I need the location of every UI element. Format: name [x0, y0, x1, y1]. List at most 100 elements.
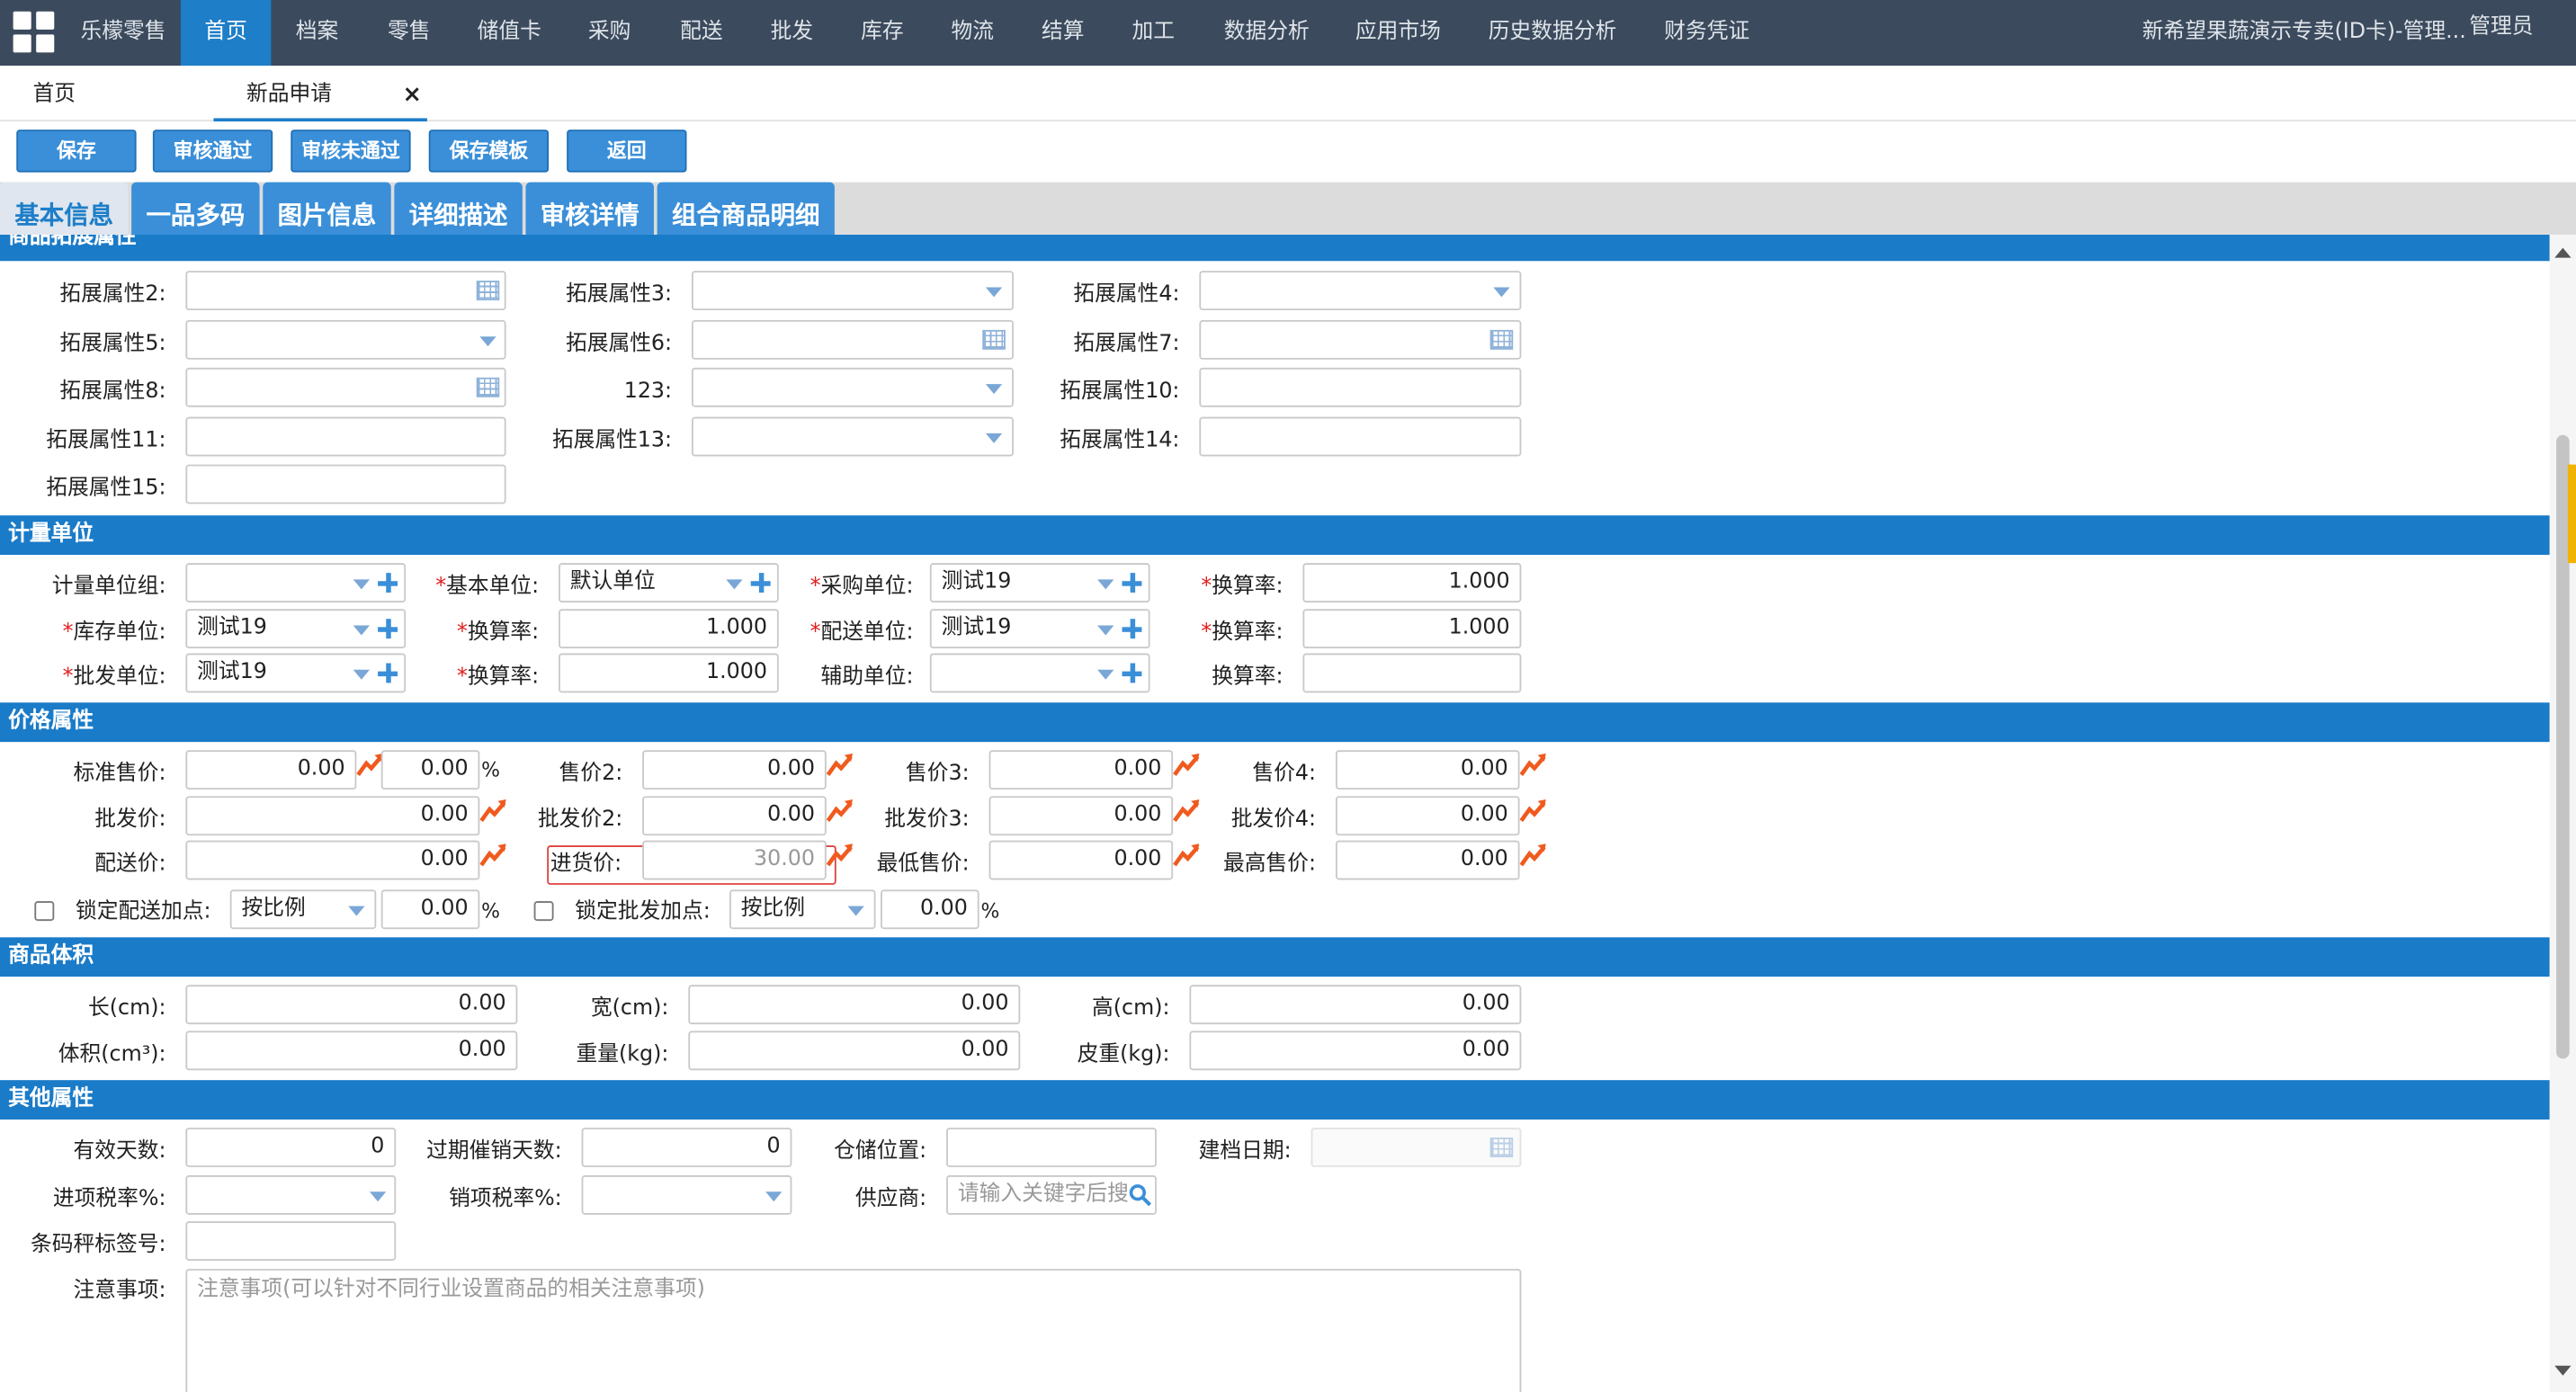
barcode-label-input[interactable] [185, 1221, 397, 1261]
trend-icon[interactable] [1519, 843, 1546, 867]
approve-button[interactable]: 审核通过 [152, 129, 273, 173]
stock-rate-input[interactable]: 1.000 [559, 609, 779, 649]
add-icon[interactable] [378, 573, 398, 593]
ext6-date-input[interactable] [691, 319, 1014, 360]
chevron-down-icon[interactable] [369, 1191, 387, 1202]
nav-purchase[interactable]: 采购 [572, 0, 648, 66]
user-name[interactable]: 管理员 [2469, 0, 2533, 61]
min-price-input[interactable]: 0.00 [988, 840, 1174, 880]
add-icon[interactable] [1122, 619, 1142, 639]
ext8-date-input[interactable] [185, 367, 506, 407]
reject-button[interactable]: 审核未通过 [291, 129, 411, 173]
trend-icon[interactable] [356, 753, 383, 777]
price2-input[interactable]: 0.00 [642, 750, 827, 790]
aux-unit-select[interactable] [929, 653, 1150, 693]
chevron-down-icon[interactable] [353, 579, 370, 590]
chevron-down-icon[interactable] [726, 579, 743, 590]
nav-app-market[interactable]: 应用市场 [1344, 0, 1453, 66]
calendar-icon[interactable] [476, 377, 500, 397]
nav-data-analysis[interactable]: 数据分析 [1212, 0, 1321, 66]
trend-icon[interactable] [1519, 753, 1546, 777]
chevron-down-icon[interactable] [985, 384, 1003, 395]
ext2-date-input[interactable] [185, 271, 506, 311]
wholesale2-input[interactable]: 0.00 [642, 796, 827, 836]
lock-wholesale-pct-input[interactable]: 0.00 [881, 889, 979, 930]
dist-price-input[interactable]: 0.00 [185, 840, 480, 880]
dist-unit-select[interactable]: 测试19 [929, 609, 1150, 649]
ext4-select[interactable] [1199, 271, 1522, 311]
unit-group-select[interactable] [185, 563, 407, 602]
price4-input[interactable]: 0.00 [1335, 750, 1520, 790]
add-icon[interactable] [378, 619, 398, 639]
nav-inventory[interactable]: 库存 [845, 0, 920, 66]
tab-images[interactable]: 图片信息 [263, 182, 391, 236]
purchase-rate-input[interactable]: 1.000 [1302, 563, 1522, 602]
height-input[interactable]: 0.00 [1189, 985, 1522, 1025]
search-icon[interactable] [1129, 1183, 1152, 1207]
calendar-icon[interactable] [476, 281, 500, 301]
add-icon[interactable] [750, 573, 771, 593]
trend-icon[interactable] [479, 843, 506, 867]
lock-dist-pct-input[interactable]: 0.00 [380, 889, 480, 930]
chevron-down-icon[interactable] [1097, 579, 1114, 590]
dist-rate-input[interactable]: 1.000 [1302, 609, 1522, 649]
add-icon[interactable] [1122, 573, 1142, 593]
nav-brand[interactable]: 乐檬零售 [72, 0, 174, 66]
wholesale4-input[interactable]: 0.00 [1335, 796, 1520, 836]
purchase-unit-select[interactable]: 测试19 [929, 563, 1150, 602]
ext9-select[interactable] [691, 367, 1014, 407]
tab-description[interactable]: 详细描述 [394, 182, 523, 236]
nav-archive[interactable]: 档案 [280, 0, 355, 66]
ext11-input[interactable] [185, 416, 506, 457]
nav-stored-card[interactable]: 储值卡 [463, 0, 555, 66]
output-tax-select[interactable] [581, 1175, 792, 1215]
input-tax-select[interactable] [185, 1175, 397, 1215]
close-icon[interactable]: × [402, 76, 421, 115]
std-price-pct-input[interactable]: 0.00 [380, 750, 480, 790]
ext10-input[interactable] [1199, 367, 1522, 407]
chevron-down-icon[interactable] [1097, 669, 1114, 680]
chevron-down-icon[interactable] [985, 287, 1003, 298]
chevron-down-icon[interactable] [847, 906, 864, 916]
supplier-search-input[interactable]: 请输入关键字后搜 [946, 1175, 1157, 1215]
length-input[interactable]: 0.00 [185, 985, 518, 1025]
account-name[interactable]: 新希望果蔬演示专卖(ID卡)-管理... [2142, 0, 2464, 66]
nav-distribution[interactable]: 配送 [664, 0, 739, 66]
chevron-down-icon[interactable] [985, 433, 1003, 443]
trend-icon[interactable] [479, 799, 506, 823]
scroll-up-icon[interactable] [2554, 247, 2572, 258]
width-input[interactable]: 0.00 [688, 985, 1021, 1025]
trend-icon[interactable] [826, 753, 853, 777]
price3-input[interactable]: 0.00 [988, 750, 1174, 790]
max-price-input[interactable]: 0.00 [1335, 840, 1520, 880]
chevron-down-icon[interactable] [765, 1191, 783, 1202]
trend-icon[interactable] [1173, 753, 1200, 777]
page-tab-home[interactable]: 首页 [33, 76, 198, 121]
stock-unit-select[interactable]: 测试19 [185, 609, 407, 649]
tab-review-details[interactable]: 审核详情 [525, 182, 654, 236]
chevron-down-icon[interactable] [479, 336, 496, 347]
storage-input[interactable] [946, 1128, 1157, 1167]
trend-icon[interactable] [826, 843, 853, 867]
chevron-down-icon[interactable] [353, 669, 370, 680]
calendar-icon[interactable] [1489, 329, 1514, 350]
chevron-down-icon[interactable] [1493, 287, 1510, 298]
volume-input[interactable]: 0.00 [185, 1031, 518, 1071]
chevron-down-icon[interactable] [353, 625, 370, 636]
nav-history-analysis[interactable]: 历史数据分析 [1475, 0, 1630, 66]
trend-icon[interactable] [1173, 843, 1200, 867]
chevron-down-icon[interactable] [1097, 625, 1114, 636]
lock-wholesale-checkbox[interactable] [533, 901, 554, 922]
expire-days-input[interactable]: 0 [581, 1128, 792, 1167]
base-unit-select[interactable]: 默认单位 [559, 563, 779, 602]
std-price-input[interactable]: 0.00 [185, 750, 357, 790]
app-grid-icon[interactable] [13, 11, 56, 54]
nav-finance-voucher[interactable]: 财务凭证 [1652, 0, 1761, 66]
nav-retail[interactable]: 零售 [371, 0, 447, 66]
trend-icon[interactable] [826, 799, 853, 823]
tab-multi-code[interactable]: 一品多码 [131, 182, 260, 236]
nav-home[interactable]: 首页 [180, 0, 272, 67]
ext3-select[interactable] [691, 271, 1014, 311]
valid-days-input[interactable]: 0 [185, 1128, 397, 1167]
wholesale-price-input[interactable]: 0.00 [185, 796, 480, 836]
